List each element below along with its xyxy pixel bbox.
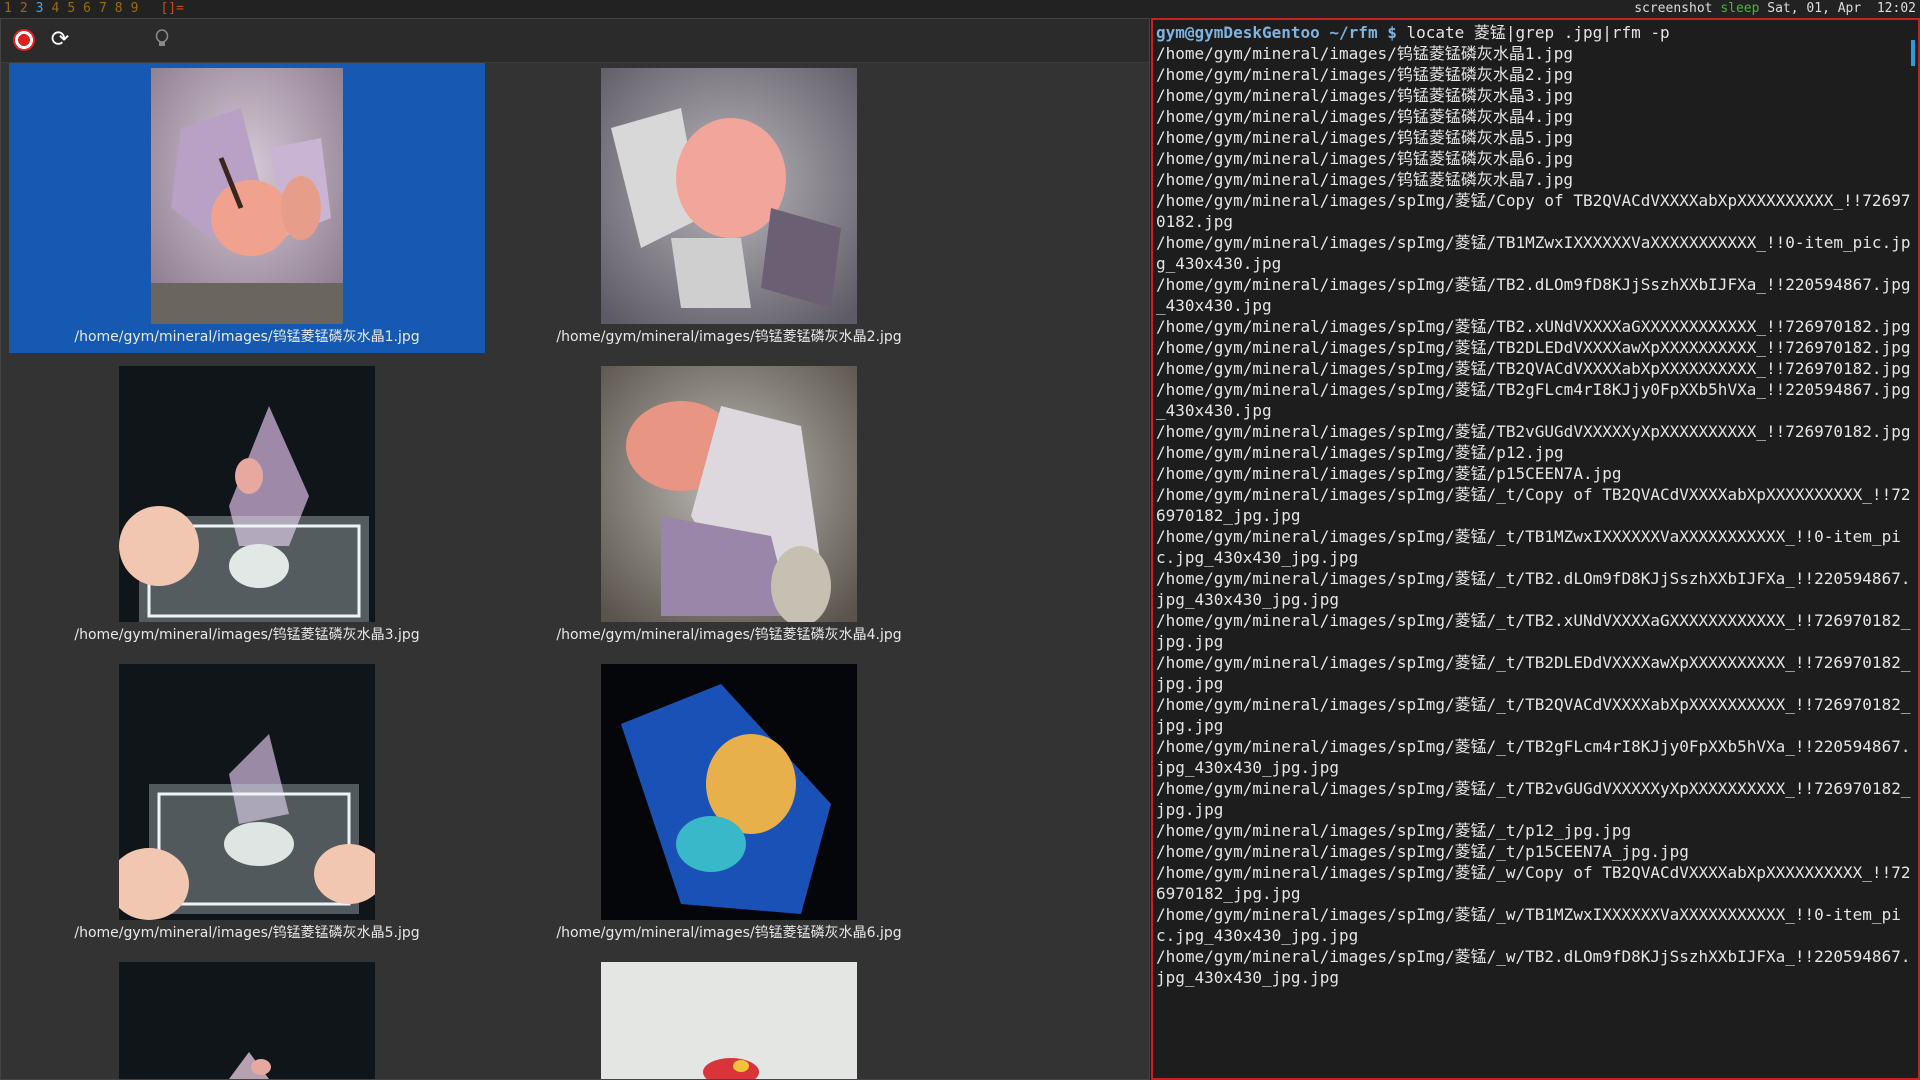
status-area: screenshot sleep Sat, 01, Apr 12:02 [1634, 0, 1916, 18]
thumbnail-item[interactable]: /home/gym/mineral/images/钨锰菱锰磷灰水晶4.jpg [491, 361, 967, 651]
command-text: locate 菱锰|grep .jpg|rfm -p [1406, 23, 1670, 42]
sleep-indicator: sleep [1720, 1, 1760, 16]
terminal-output-line: /home/gym/mineral/images/spImg/菱锰/p15CEE… [1156, 464, 1622, 483]
thumbnail-item[interactable]: /home/gym/mineral/images/钨锰菱锰磷灰水晶6.jpg [491, 659, 967, 949]
thumbnail-grid: /home/gym/mineral/images/钨锰菱锰磷灰水晶1.jpg /… [1, 63, 1149, 1079]
window-title: screenshot [1634, 1, 1713, 16]
terminal-output-line: /home/gym/mineral/images/钨锰菱锰磷灰水晶1.jpg [1156, 44, 1573, 63]
thumbnail-image [119, 962, 375, 1079]
terminal-output-line: /home/gym/mineral/images/spImg/菱锰/_w/TB1… [1156, 905, 1901, 945]
terminal-output-line: /home/gym/mineral/images/spImg/菱锰/_t/p12… [1156, 821, 1632, 840]
terminal-output-line: /home/gym/mineral/images/spImg/菱锰/TB2DLE… [1156, 338, 1911, 357]
prompt-line: gym@gymDeskGentoo ~/rfm $ locate 菱锰|grep… [1156, 22, 1918, 43]
terminal-output-line: /home/gym/mineral/images/钨锰菱锰磷灰水晶7.jpg [1156, 170, 1573, 189]
terminal-output-line: /home/gym/mineral/images/spImg/菱锰/_t/TB1… [1156, 527, 1901, 567]
thumbnail-caption: /home/gym/mineral/images/钨锰菱锰磷灰水晶2.jpg [556, 329, 902, 345]
terminal-output-line: /home/gym/mineral/images/spImg/菱锰/_w/TB2… [1156, 947, 1911, 987]
terminal-window[interactable]: gym@gymDeskGentoo ~/rfm $ locate 菱锰|grep… [1151, 18, 1920, 1080]
terminal-output-line: /home/gym/mineral/images/钨锰菱锰磷灰水晶3.jpg [1156, 86, 1573, 105]
thumbnail-item[interactable]: /home/gym/mineral/images/钨锰菱锰磷灰水晶5.jpg [9, 659, 485, 949]
image-browser-window: ⟳ /home/gym/mineral/images/钨锰菱锰磷灰水晶1.jpg [0, 18, 1150, 1080]
thumbnail-image [601, 68, 857, 324]
terminal-output-line: /home/gym/mineral/images/spImg/菱锰/TB2.xU… [1156, 317, 1911, 336]
terminal-output-line: /home/gym/mineral/images/spImg/菱锰/p12.jp… [1156, 443, 1564, 462]
thumbnail-image [119, 664, 375, 920]
terminal-output-line: /home/gym/mineral/images/钨锰菱锰磷灰水晶5.jpg [1156, 128, 1573, 147]
terminal-output: /home/gym/mineral/images/钨锰菱锰磷灰水晶1.jpg/h… [1156, 43, 1918, 988]
thumbnail-item[interactable] [9, 957, 485, 1079]
workspace-3[interactable]: 3 [36, 1, 44, 16]
terminal-scrollbar[interactable] [1911, 40, 1915, 66]
thumbnail-item[interactable]: /home/gym/mineral/images/钨锰菱锰磷灰水晶1.jpg [9, 63, 485, 353]
thumbnail-caption: /home/gym/mineral/images/钨锰菱锰磷灰水晶5.jpg [74, 925, 420, 941]
terminal-output-line: /home/gym/mineral/images/spImg/菱锰/TB2.dL… [1156, 275, 1911, 315]
thumbnail-caption: /home/gym/mineral/images/钨锰菱锰磷灰水晶4.jpg [556, 627, 902, 643]
workspace-list: 1 2 3 4 5 6 7 8 9 []= [4, 0, 192, 18]
stop-icon[interactable] [13, 29, 35, 51]
terminal-output-line: /home/gym/mineral/images/钨锰菱锰磷灰水晶6.jpg [1156, 149, 1573, 168]
terminal-output-line: /home/gym/mineral/images/spImg/菱锰/_t/TB2… [1156, 611, 1911, 651]
thumbnail-item[interactable] [491, 957, 967, 1079]
terminal-output-line: /home/gym/mineral/images/spImg/菱锰/_w/Cop… [1156, 863, 1911, 903]
clock: Sat, 01, Apr 12:02 [1767, 1, 1916, 16]
workspace-5[interactable]: 5 [67, 1, 75, 16]
terminal-output-line: /home/gym/mineral/images/spImg/菱锰/_t/TB2… [1156, 653, 1911, 693]
terminal-output-line: /home/gym/mineral/images/spImg/菱锰/_t/TB2… [1156, 737, 1911, 777]
thumbnail-image [151, 68, 343, 324]
thumbnail-caption: /home/gym/mineral/images/钨锰菱锰磷灰水晶3.jpg [74, 627, 420, 643]
layout-indicator[interactable]: []= [160, 1, 183, 16]
terminal-output-line: /home/gym/mineral/images/spImg/菱锰/_t/TB2… [1156, 779, 1911, 819]
browser-toolbar: ⟳ [1, 19, 1149, 63]
terminal-output-line: /home/gym/mineral/images/spImg/菱锰/TB2gFL… [1156, 380, 1911, 420]
terminal-output-line: /home/gym/mineral/images/spImg/菱锰/TB1MZw… [1156, 233, 1911, 273]
workspace-4[interactable]: 4 [51, 1, 59, 16]
prompt-user: gym@gymDeskGentoo [1156, 23, 1320, 42]
terminal-output-line: /home/gym/mineral/images/spImg/菱锰/_t/TB2… [1156, 695, 1911, 735]
workspace-9[interactable]: 9 [131, 1, 139, 16]
terminal-output-line: /home/gym/mineral/images/钨锰菱锰磷灰水晶2.jpg [1156, 65, 1573, 84]
thumbnail-item[interactable]: /home/gym/mineral/images/钨锰菱锰磷灰水晶3.jpg [9, 361, 485, 651]
terminal-output-line: /home/gym/mineral/images/spImg/菱锰/Copy o… [1156, 191, 1911, 231]
thumbnail-caption: /home/gym/mineral/images/钨锰菱锰磷灰水晶1.jpg [74, 329, 420, 345]
workspace-7[interactable]: 7 [99, 1, 107, 16]
thumbnail-image [601, 664, 857, 920]
prompt-path: ~/rfm $ [1329, 23, 1397, 42]
thumbnail-image [601, 366, 857, 622]
terminal-output-line: /home/gym/mineral/images/spImg/菱锰/TB2QVA… [1156, 359, 1911, 378]
workspace-1[interactable]: 1 [4, 1, 12, 16]
reload-icon[interactable]: ⟳ [49, 29, 71, 51]
terminal-output-line: /home/gym/mineral/images/spImg/菱锰/_t/TB2… [1156, 569, 1911, 609]
terminal-output-line: /home/gym/mineral/images/spImg/菱锰/_t/Cop… [1156, 485, 1911, 525]
terminal-output-line: /home/gym/mineral/images/spImg/菱锰/_t/p15… [1156, 842, 1689, 861]
thumbnail-caption: /home/gym/mineral/images/钨锰菱锰磷灰水晶6.jpg [556, 925, 902, 941]
thumbnail-image [119, 366, 375, 622]
workspace-6[interactable]: 6 [83, 1, 91, 16]
lightbulb-icon[interactable] [151, 29, 173, 51]
terminal-output-line: /home/gym/mineral/images/spImg/菱锰/TB2vGU… [1156, 422, 1911, 441]
thumbnail-image [601, 962, 857, 1079]
top-status-bar: 1 2 3 4 5 6 7 8 9 []= screenshot sleep Sat, 01, A… [0, 0, 1920, 18]
workspace-2[interactable]: 2 [20, 1, 28, 16]
workspace-8[interactable]: 8 [115, 1, 123, 16]
thumbnail-item[interactable]: /home/gym/mineral/images/钨锰菱锰磷灰水晶2.jpg [491, 63, 967, 353]
terminal-output-line: /home/gym/mineral/images/钨锰菱锰磷灰水晶4.jpg [1156, 107, 1573, 126]
